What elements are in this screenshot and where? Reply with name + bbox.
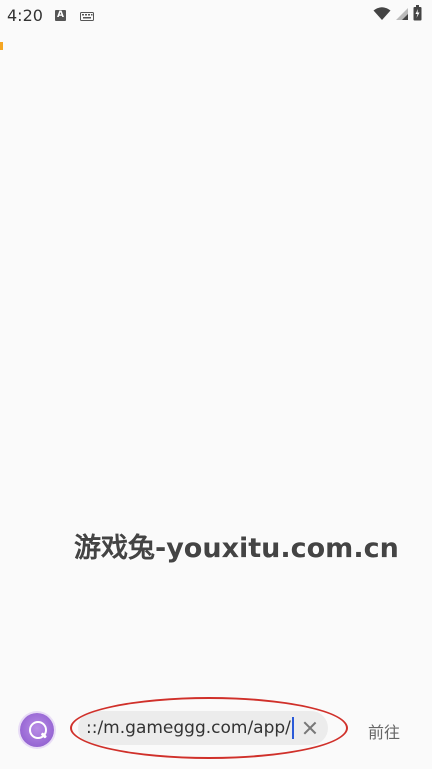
a-notification-icon: A bbox=[54, 9, 66, 21]
keyboard-icon bbox=[79, 6, 94, 25]
edge-indicator bbox=[0, 42, 3, 50]
status-right-group bbox=[373, 5, 422, 25]
address-bar: ::/m.gameggg.com/app/ 前往 bbox=[0, 697, 432, 763]
status-time: 4:20 bbox=[7, 5, 43, 25]
text-cursor bbox=[291, 717, 294, 739]
url-input[interactable]: ::/m.gameggg.com/app/ bbox=[78, 711, 328, 745]
assistant-search-icon[interactable] bbox=[20, 713, 54, 747]
url-input-text[interactable]: ::/m.gameggg.com/app/ bbox=[86, 718, 291, 738]
battery-icon bbox=[413, 5, 422, 25]
clear-icon[interactable] bbox=[302, 720, 318, 736]
signal-icon bbox=[395, 6, 409, 25]
browser-screen: 4:20 A 游戏兔-youxitu.com.cn::/m.gameggg.c… bbox=[0, 0, 432, 769]
status-bar: 4:20 A bbox=[0, 0, 432, 30]
wifi-icon bbox=[373, 6, 391, 25]
watermark-text: 游戏兔-youxitu.com.cn bbox=[74, 533, 399, 564]
go-button[interactable]: 前往 bbox=[368, 719, 400, 743]
